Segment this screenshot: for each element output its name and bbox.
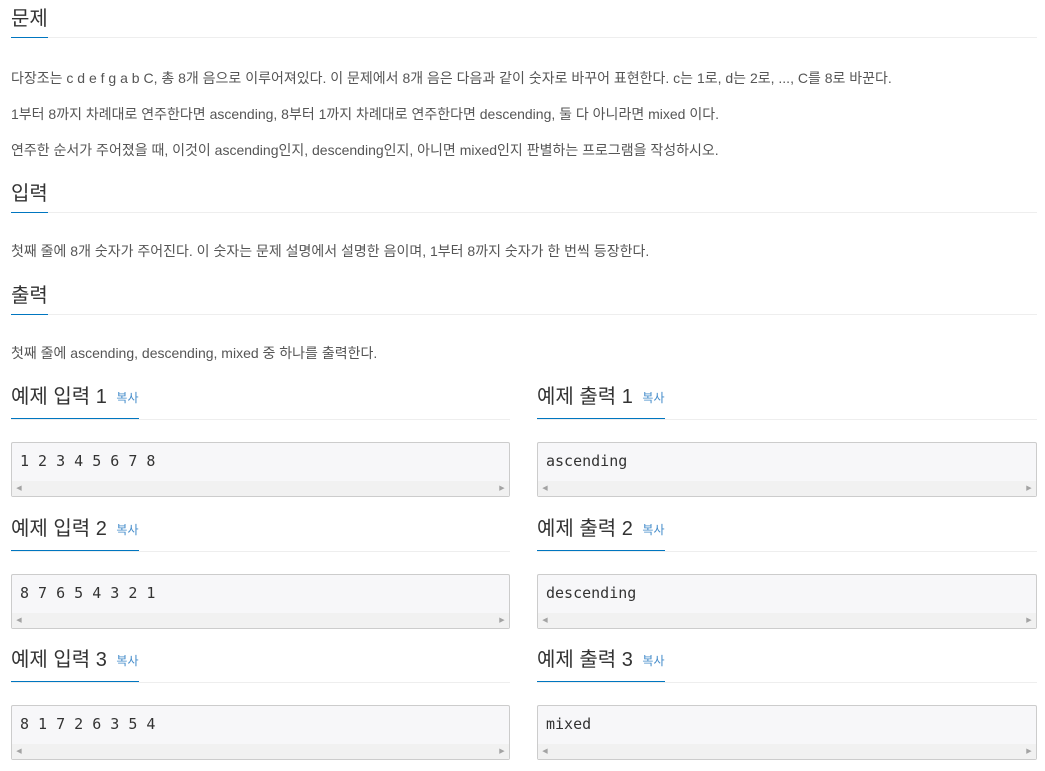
sample-output-1-header: 예제 출력 1 복사 — [537, 384, 1037, 420]
problem-paragraph-3: 연주한 순서가 주어졌을 때, 이것이 ascending인지, descend… — [11, 142, 719, 158]
input-header: 입력 — [11, 182, 1037, 213]
problem-header: 문제 — [11, 7, 1037, 38]
sample-input-1: 예제 입력 1 복사 1 2 3 4 5 6 7 8 ◀ ▶ — [11, 384, 510, 497]
sample-output-1-title: 예제 출력 1 복사 — [537, 384, 665, 419]
sample-output-1-value: ascending — [546, 452, 628, 470]
sample-input-3: 예제 입력 3 복사 8 1 7 2 6 3 5 4 ◀ ▶ — [11, 647, 510, 760]
sample-output-3-code: mixed ◀ ▶ — [537, 705, 1037, 760]
sample-input-2-title-text: 예제 입력 2 — [11, 518, 107, 540]
scroll-right-arrow-icon[interactable]: ▶ — [1022, 613, 1036, 628]
sample-input-2-title: 예제 입력 2 복사 — [11, 516, 139, 551]
scroll-left-arrow-icon[interactable]: ◀ — [538, 481, 552, 496]
copy-sample-output-1-button[interactable]: 복사 — [642, 391, 664, 405]
sample-input-2-value: 8 7 6 5 4 3 2 1 — [20, 584, 156, 602]
scroll-right-arrow-icon[interactable]: ▶ — [495, 613, 509, 628]
sample-output-2-header: 예제 출력 2 복사 — [537, 516, 1037, 552]
horizontal-scrollbar[interactable]: ◀ ▶ — [538, 613, 1036, 628]
sample-output-3-header: 예제 출력 3 복사 — [537, 647, 1037, 683]
scroll-right-arrow-icon[interactable]: ▶ — [495, 744, 509, 759]
copy-sample-input-3-button[interactable]: 복사 — [116, 654, 138, 668]
sample-output-3-value: mixed — [546, 715, 592, 733]
copy-sample-output-3-button[interactable]: 복사 — [642, 654, 664, 668]
sample-input-3-code: 8 1 7 2 6 3 5 4 ◀ ▶ — [11, 705, 510, 760]
scroll-left-arrow-icon[interactable]: ◀ — [12, 481, 26, 496]
sample-input-3-header: 예제 입력 3 복사 — [11, 647, 510, 683]
horizontal-scrollbar[interactable]: ◀ ▶ — [12, 481, 509, 496]
scroll-right-arrow-icon[interactable]: ▶ — [1022, 744, 1036, 759]
output-description: 첫째 줄에 ascending, descending, mixed 중 하나를… — [11, 345, 378, 361]
sample-output-3-title-text: 예제 출력 3 — [537, 649, 633, 671]
sample-output-1: 예제 출력 1 복사 ascending ◀ ▶ — [537, 384, 1037, 497]
sample-input-3-value: 8 1 7 2 6 3 5 4 — [20, 715, 156, 733]
sample-input-1-code: 1 2 3 4 5 6 7 8 ◀ ▶ — [11, 442, 510, 497]
output-header: 출력 — [11, 284, 1037, 315]
sample-output-1-code: ascending ◀ ▶ — [537, 442, 1037, 497]
sample-input-2-code: 8 7 6 5 4 3 2 1 ◀ ▶ — [11, 574, 510, 629]
problem-title: 문제 — [11, 7, 48, 38]
scroll-left-arrow-icon[interactable]: ◀ — [538, 613, 552, 628]
input-title: 입력 — [11, 182, 48, 213]
sample-output-3-title: 예제 출력 3 복사 — [537, 647, 665, 682]
sample-input-2-header: 예제 입력 2 복사 — [11, 516, 510, 552]
sample-input-1-title-text: 예제 입력 1 — [11, 386, 107, 408]
sample-output-2: 예제 출력 2 복사 descending ◀ ▶ — [537, 516, 1037, 629]
sample-output-3: 예제 출력 3 복사 mixed ◀ ▶ — [537, 647, 1037, 760]
copy-sample-input-1-button[interactable]: 복사 — [116, 391, 138, 405]
copy-sample-input-2-button[interactable]: 복사 — [116, 523, 138, 537]
output-title: 출력 — [11, 284, 48, 315]
scroll-right-arrow-icon[interactable]: ▶ — [495, 481, 509, 496]
problem-paragraph-1: 다장조는 c d e f g a b C, 총 8개 음으로 이루어져있다. 이… — [11, 70, 892, 86]
scroll-left-arrow-icon[interactable]: ◀ — [12, 744, 26, 759]
horizontal-scrollbar[interactable]: ◀ ▶ — [12, 744, 509, 759]
sample-output-2-title: 예제 출력 2 복사 — [537, 516, 665, 551]
input-description: 첫째 줄에 8개 숫자가 주어진다. 이 숫자는 문제 설명에서 설명한 음이며… — [11, 243, 650, 259]
scroll-right-arrow-icon[interactable]: ▶ — [1022, 481, 1036, 496]
sample-input-2: 예제 입력 2 복사 8 7 6 5 4 3 2 1 ◀ ▶ — [11, 516, 510, 629]
horizontal-scrollbar[interactable]: ◀ ▶ — [538, 744, 1036, 759]
sample-input-3-title: 예제 입력 3 복사 — [11, 647, 139, 682]
problem-paragraph-2: 1부터 8까지 차례대로 연주한다면 ascending, 8부터 1까지 차례… — [11, 106, 719, 122]
copy-sample-output-2-button[interactable]: 복사 — [642, 523, 664, 537]
sample-input-1-header: 예제 입력 1 복사 — [11, 384, 510, 420]
problem-page: 문제 다장조는 c d e f g a b C, 총 8개 음으로 이루어져있다… — [0, 0, 1045, 771]
sample-input-1-value: 1 2 3 4 5 6 7 8 — [20, 452, 156, 470]
sample-output-1-title-text: 예제 출력 1 — [537, 386, 633, 408]
sample-output-2-value: descending — [546, 584, 637, 602]
horizontal-scrollbar[interactable]: ◀ ▶ — [538, 481, 1036, 496]
sample-output-2-code: descending ◀ ▶ — [537, 574, 1037, 629]
scroll-left-arrow-icon[interactable]: ◀ — [12, 613, 26, 628]
sample-input-3-title-text: 예제 입력 3 — [11, 649, 107, 671]
sample-input-1-title: 예제 입력 1 복사 — [11, 384, 139, 419]
scroll-left-arrow-icon[interactable]: ◀ — [538, 744, 552, 759]
horizontal-scrollbar[interactable]: ◀ ▶ — [12, 613, 509, 628]
sample-output-2-title-text: 예제 출력 2 — [537, 518, 633, 540]
